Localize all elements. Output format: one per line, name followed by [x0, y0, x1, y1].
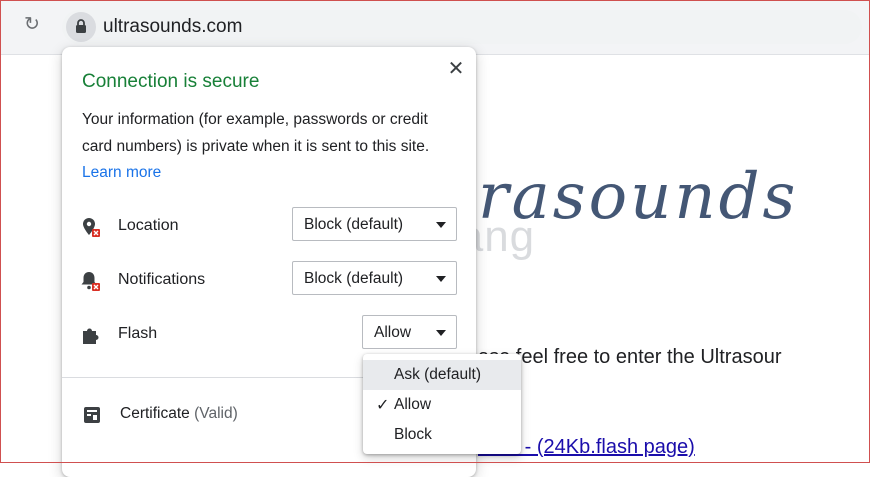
- connection-status-title: Connection is secure: [82, 71, 260, 92]
- flash-select-value: Allow: [374, 324, 412, 341]
- menu-option-block[interactable]: Block: [363, 420, 521, 450]
- option-label: Block: [394, 426, 432, 443]
- menu-option-allow[interactable]: ✓ Allow: [363, 390, 521, 420]
- menu-option-ask[interactable]: Ask (default): [363, 360, 521, 390]
- certificate-icon: [84, 407, 100, 423]
- notifications-select[interactable]: Block (default): [292, 261, 457, 295]
- notifications-select-value: Block (default): [304, 270, 404, 287]
- description-text: Your information (for example, passwords…: [82, 111, 430, 155]
- certificate-label: Certificate (Valid): [120, 405, 238, 423]
- certificate-status: (Valid): [194, 405, 238, 422]
- notifications-blocked-icon: [81, 272, 100, 291]
- flash-dropdown-menu: Ask (default) ✓ Allow Block: [363, 354, 521, 454]
- chevron-down-icon: [436, 276, 446, 282]
- lock-icon: [76, 19, 86, 33]
- permission-row-flash: Flash Allow: [62, 315, 476, 353]
- chevron-down-icon: [436, 330, 446, 336]
- close-icon[interactable]: ✕: [444, 57, 468, 81]
- learn-more-link[interactable]: Learn more: [82, 164, 161, 181]
- option-label: Allow: [394, 396, 432, 413]
- location-select-value: Block (default): [304, 216, 404, 233]
- url-text[interactable]: ultrasounds.com: [103, 16, 242, 38]
- location-select[interactable]: Block (default): [292, 207, 457, 241]
- certificate-text: Certificate: [120, 405, 190, 422]
- permission-label-location: Location: [118, 217, 179, 234]
- option-label: Ask (default): [394, 366, 482, 383]
- site-info-button[interactable]: [66, 12, 96, 42]
- welcome-text: ase feel free to enter the Ultrasour: [478, 346, 782, 368]
- permission-label-notifications: Notifications: [118, 271, 206, 288]
- checkmark-icon: ✓: [376, 397, 390, 414]
- location-blocked-icon: [83, 218, 100, 237]
- permission-row-location: Location Block (default): [62, 207, 476, 245]
- chevron-down-icon: [436, 222, 446, 228]
- permission-label-flash: Flash: [118, 325, 158, 342]
- security-description: Your information (for example, passwords…: [82, 107, 462, 187]
- permission-row-notifications: Notifications Block (default): [62, 261, 476, 299]
- reload-icon[interactable]: ↻: [22, 15, 42, 35]
- flash-select[interactable]: Allow: [362, 315, 457, 349]
- puzzle-piece-icon: [83, 328, 99, 344]
